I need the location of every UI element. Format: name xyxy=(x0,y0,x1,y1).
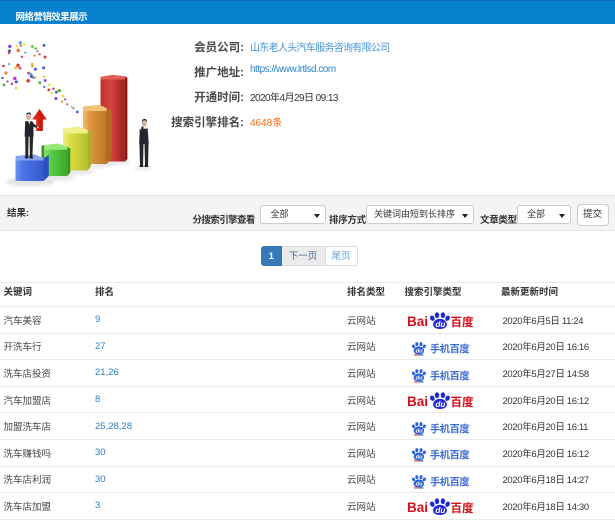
svg-text:du: du xyxy=(416,455,424,461)
svg-text:百度: 百度 xyxy=(450,395,473,409)
svg-text:Bai: Bai xyxy=(407,314,428,329)
svg-text:du: du xyxy=(435,400,445,409)
svg-text:Bai: Bai xyxy=(407,500,428,515)
svg-text:du: du xyxy=(416,348,424,354)
svg-text:Bai: Bai xyxy=(407,394,428,409)
svg-text:手机百度: 手机百度 xyxy=(430,343,469,356)
svg-text:手机百度: 手机百度 xyxy=(430,369,469,382)
svg-text:百度: 百度 xyxy=(450,501,473,515)
svg-text:du: du xyxy=(435,506,445,515)
svg-text:手机百度: 手机百度 xyxy=(430,476,469,489)
svg-text:du: du xyxy=(416,428,424,434)
svg-text:百度: 百度 xyxy=(450,315,473,329)
svg-text:手机百度: 手机百度 xyxy=(430,449,469,462)
svg-text:du: du xyxy=(416,481,424,487)
svg-text:手机百度: 手机百度 xyxy=(430,422,469,435)
svg-text:du: du xyxy=(416,375,424,381)
svg-text:du: du xyxy=(435,320,445,329)
